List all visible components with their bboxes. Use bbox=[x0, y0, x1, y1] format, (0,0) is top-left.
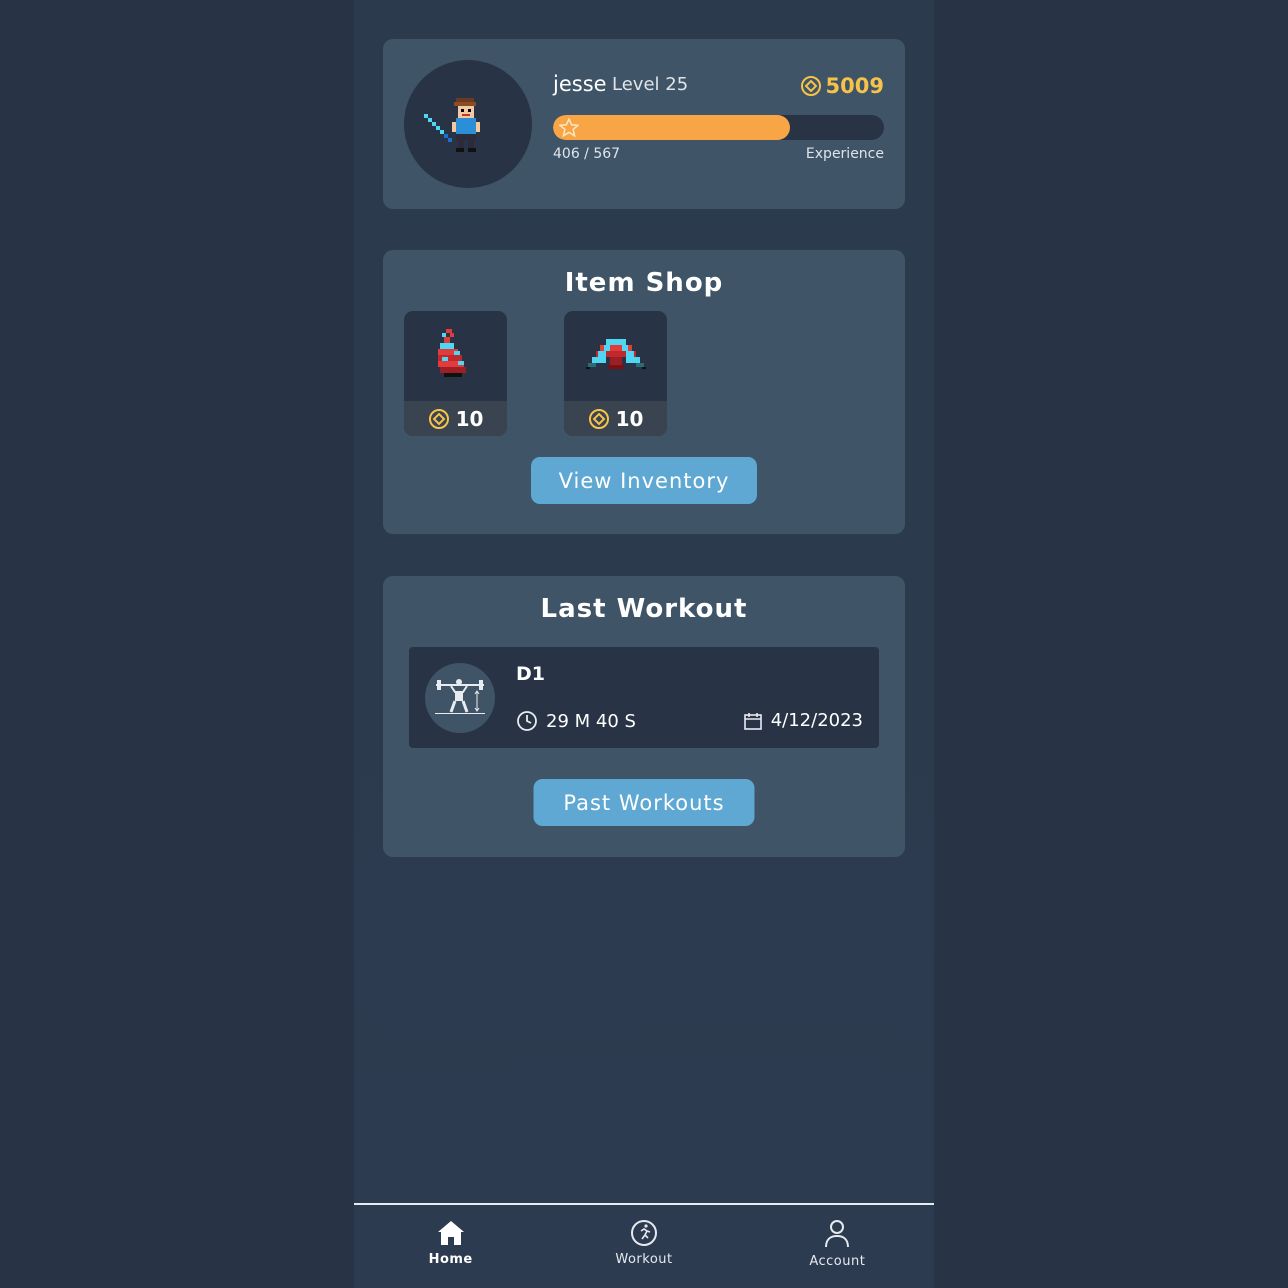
workout-date-value: 4/12/2023 bbox=[770, 710, 863, 731]
view-inventory-button[interactable]: View Inventory bbox=[531, 457, 757, 504]
coin-balance: 5009 bbox=[800, 74, 884, 98]
past-workouts-button[interactable]: Past Workouts bbox=[533, 779, 755, 826]
coin-icon bbox=[588, 408, 609, 429]
experience-label: Experience bbox=[805, 146, 884, 162]
workout-date: 4/12/2023 bbox=[743, 710, 863, 731]
shop-item-price-value: 10 bbox=[615, 406, 644, 431]
workout-entry[interactable]: D1 29 M 40 S 4/12/2023 bbox=[409, 647, 879, 748]
experience-count: 406 / 567 bbox=[553, 146, 621, 162]
item-shop-title: Item Shop bbox=[564, 268, 724, 298]
clock-icon bbox=[517, 711, 537, 731]
nav-item-label: Workout bbox=[615, 1252, 673, 1267]
shop-item-helmet[interactable]: 10 bbox=[564, 311, 667, 436]
workout-duration-value: 29 M 40 S bbox=[546, 710, 636, 732]
star-icon bbox=[559, 118, 579, 137]
coin-icon bbox=[428, 408, 449, 429]
nav-item-workout[interactable]: Workout bbox=[564, 1205, 724, 1288]
nav-item-label: Account bbox=[809, 1254, 866, 1269]
helmet-icon bbox=[586, 339, 646, 369]
experience-bar-fill bbox=[553, 115, 790, 140]
shop-item-price-value: 10 bbox=[455, 406, 484, 431]
workout-duration: 29 M 40 S bbox=[516, 710, 636, 732]
potion-icon bbox=[438, 329, 466, 377]
app-screen: jesse Level 25 5009 406 / 567 Experience… bbox=[354, 0, 934, 1288]
avatar[interactable] bbox=[404, 60, 532, 188]
level-label: Level 25 bbox=[612, 74, 689, 95]
last-workout-title: Last Workout bbox=[540, 594, 748, 624]
home-icon bbox=[437, 1221, 464, 1245]
character-sprite-icon bbox=[424, 98, 480, 152]
workout-name: D1 bbox=[516, 663, 545, 685]
user-icon bbox=[825, 1220, 850, 1248]
weightlifting-icon bbox=[425, 663, 495, 733]
shop-item-potion[interactable]: 10 bbox=[404, 311, 507, 436]
username: jesse bbox=[553, 72, 607, 96]
shop-item-price: 10 bbox=[564, 401, 667, 436]
run-icon bbox=[630, 1220, 657, 1246]
calendar-icon bbox=[743, 712, 762, 730]
nav-item-label: Home bbox=[428, 1252, 473, 1267]
nav-item-account[interactable]: Account bbox=[757, 1205, 917, 1288]
coin-icon bbox=[800, 76, 821, 96]
coin-amount: 5009 bbox=[825, 74, 884, 98]
bottom-navigation: Home Workout Account bbox=[354, 1203, 934, 1288]
item-shop-card: Item Shop 10 10 View Inventory bbox=[383, 250, 905, 534]
nav-item-home[interactable]: Home bbox=[371, 1205, 531, 1288]
profile-card: jesse Level 25 5009 406 / 567 Experience bbox=[383, 39, 905, 209]
last-workout-card: Last Workout D1 29 M 40 S 4/12/2023 Past… bbox=[383, 576, 905, 857]
experience-bar bbox=[553, 115, 884, 140]
shop-item-price: 10 bbox=[404, 401, 507, 436]
